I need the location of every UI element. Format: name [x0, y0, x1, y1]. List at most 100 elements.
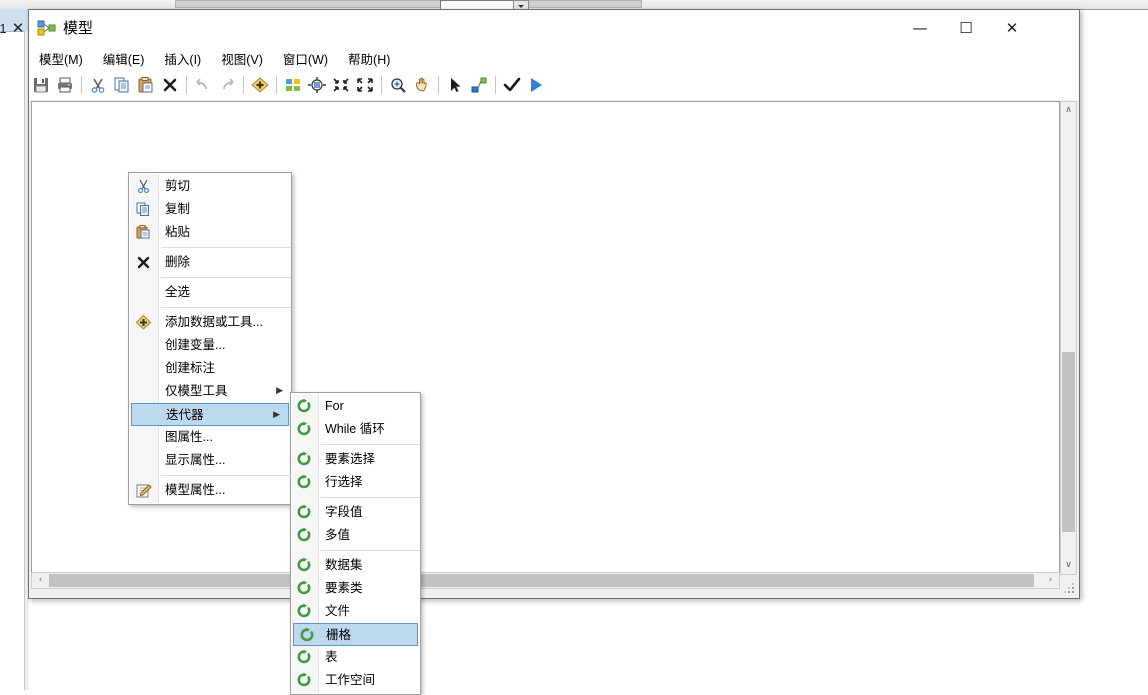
context-menu-item-create-variable[interactable]: 创建变量...	[129, 334, 291, 357]
menu-item-label: 全选	[165, 285, 191, 299]
submenu-item-feature-selection[interactable]: 要素选择	[291, 448, 420, 471]
vertical-scrollbar[interactable]: ∧ ∨	[1060, 101, 1077, 575]
context-menu-item-create-label[interactable]: 创建标注	[129, 357, 291, 380]
scroll-up-icon[interactable]: ∧	[1061, 102, 1076, 119]
toolbar-cut-button[interactable]	[86, 72, 110, 98]
toolbar-run-button[interactable]	[524, 72, 548, 98]
toolbar-add-data-button[interactable]	[248, 72, 272, 98]
horizontal-scrollbar-thumb[interactable]	[49, 574, 1034, 587]
context-menu-item-diagram-properties[interactable]: 图属性...	[129, 426, 291, 449]
toolbar-undo-button[interactable]	[191, 72, 215, 98]
model-builder-icon	[37, 20, 57, 36]
context-menu-item-select-all[interactable]: 全选	[129, 281, 291, 304]
menu-separator	[161, 247, 291, 248]
menu-item-label: 创建变量...	[165, 338, 226, 352]
menu-separator	[161, 277, 291, 278]
context-menu-item-display-properties[interactable]: 显示属性...	[129, 449, 291, 472]
submenu-item-files[interactable]: 文件	[291, 600, 420, 623]
submenu-item-rasters[interactable]: 栅格	[293, 623, 418, 646]
menu-item-label: 显示属性...	[165, 453, 226, 467]
toolbar-zoom-tool-button[interactable]	[386, 72, 410, 98]
context-menu-item-add-data-or-tool[interactable]: 添加数据或工具...	[129, 311, 291, 334]
submenu-arrow-icon: ▶	[276, 386, 283, 396]
close-icon: ✕	[1005, 19, 1019, 37]
window-title: 模型	[63, 20, 94, 37]
toolbar-connect-tool-button[interactable]	[467, 72, 491, 98]
toolbar-validate-button[interactable]	[500, 72, 524, 98]
submenu-separator	[321, 497, 420, 498]
toolbar-separator	[182, 72, 191, 98]
menu-item-label: 删除	[165, 255, 191, 269]
context-menu-item-cut[interactable]: 剪切	[129, 175, 291, 198]
menubar-item-window[interactable]: 窗口(W)	[273, 48, 338, 72]
scroll-down-icon[interactable]: ∨	[1061, 557, 1076, 574]
toolbar-copy-button[interactable]	[110, 72, 134, 98]
submenu-item-label: 行选择	[325, 475, 363, 489]
submenu-item-label: 文件	[325, 604, 351, 618]
resize-grip[interactable]	[1064, 583, 1076, 595]
context-menu: 剪切复制 粘贴删除全选添加数据或工具... 创建变量... 创建标注仅模型工具 ▶ 迭代器…	[128, 172, 292, 505]
vertical-scrollbar-thumb[interactable]	[1062, 352, 1075, 532]
context-menu-item-paste[interactable]: 粘贴	[129, 221, 291, 244]
toolbar-fit-to-window-button[interactable]	[305, 72, 329, 98]
maximize-button[interactable]: ☐	[943, 10, 989, 47]
submenu-item-label: 要素类	[325, 581, 363, 595]
background-toolbar-box	[175, 0, 642, 8]
toolbar-delete-button[interactable]	[158, 72, 182, 98]
toolbar-auto-layout-button[interactable]	[281, 72, 305, 98]
submenu-item-label: 多值	[325, 528, 351, 542]
menubar-item-edit[interactable]: 编辑(E)	[93, 48, 155, 72]
submenu-item-tables[interactable]: 表	[291, 646, 420, 669]
menubar-item-help[interactable]: 帮助(H)	[338, 48, 400, 72]
submenu-item-workspaces[interactable]: 工作空间	[291, 669, 420, 692]
context-menu-item-model-properties[interactable]: 模型属性...	[129, 479, 291, 502]
submenu-item-label: For	[325, 399, 344, 413]
menu-separator	[161, 475, 291, 476]
submenu-separator	[321, 444, 420, 445]
submenu-separator	[321, 550, 420, 551]
scroll-right-icon[interactable]: ›	[1042, 573, 1059, 588]
menubar-item-view[interactable]: 视图(V)	[211, 48, 273, 72]
toolbar-zoom-out-button[interactable]	[329, 72, 353, 98]
toolbar-paste-button[interactable]	[134, 72, 158, 98]
context-menu-item-iterators[interactable]: 迭代器 ▶	[131, 403, 289, 426]
toolbar-separator	[434, 72, 443, 98]
submenu-item-label: 栅格	[326, 628, 352, 642]
toolbar-save-button[interactable]	[29, 72, 53, 98]
scroll-left-icon[interactable]: ‹	[32, 573, 49, 588]
submenu-item-for[interactable]: For	[291, 395, 420, 418]
submenu-item-row-selection[interactable]: 行选择	[291, 471, 420, 494]
toolbar-separator	[377, 72, 386, 98]
title-bar: 模型 — ☐ ✕	[29, 10, 1079, 49]
minimize-icon: —	[912, 19, 928, 37]
toolbar-zoom-in-full-button[interactable]	[353, 72, 377, 98]
submenu-item-field-value[interactable]: 字段值	[291, 501, 420, 524]
minimize-button[interactable]: —	[897, 10, 943, 47]
toolbar-print-button[interactable]	[53, 72, 77, 98]
toolbar-separator	[272, 72, 281, 98]
submenu-item-label: 数据集	[325, 558, 363, 572]
toolbar-pan-tool-button[interactable]	[410, 72, 434, 98]
toolbar-select-tool-button[interactable]	[443, 72, 467, 98]
submenu-item-datasets[interactable]: 数据集	[291, 554, 420, 577]
menu-item-label: 图属性...	[165, 430, 213, 444]
context-menu-item-delete[interactable]: 删除	[129, 251, 291, 274]
close-button[interactable]: ✕	[989, 10, 1035, 47]
toolbar-separator	[239, 72, 248, 98]
submenu-item-while[interactable]: While 循环	[291, 418, 420, 441]
context-menu-item-copy[interactable]: 复制	[129, 198, 291, 221]
iterators-submenu: For While 循环 要素选择行选择字段值多值数据集要素类文件栅格表工作空间	[290, 392, 421, 695]
maximize-icon: ☐	[959, 19, 973, 37]
toolbar-redo-button[interactable]	[215, 72, 239, 98]
menubar-item-insert[interactable]: 插入(I)	[154, 48, 211, 72]
menubar-item-model[interactable]: 模型(M)	[29, 48, 93, 72]
submenu-item-label: 表	[325, 650, 338, 664]
menu-item-label: 创建标注	[165, 361, 216, 375]
submenu-item-feature-classes[interactable]: 要素类	[291, 577, 420, 600]
horizontal-scrollbar[interactable]: ‹ ›	[31, 572, 1060, 589]
context-menu-item-model-only-tools[interactable]: 仅模型工具 ▶	[129, 380, 291, 403]
submenu-arrow-icon: ▶	[273, 410, 280, 420]
menu-item-label: 剪切	[165, 179, 191, 193]
toolbar-separator	[491, 72, 500, 98]
submenu-item-multivalue[interactable]: 多值	[291, 524, 420, 547]
